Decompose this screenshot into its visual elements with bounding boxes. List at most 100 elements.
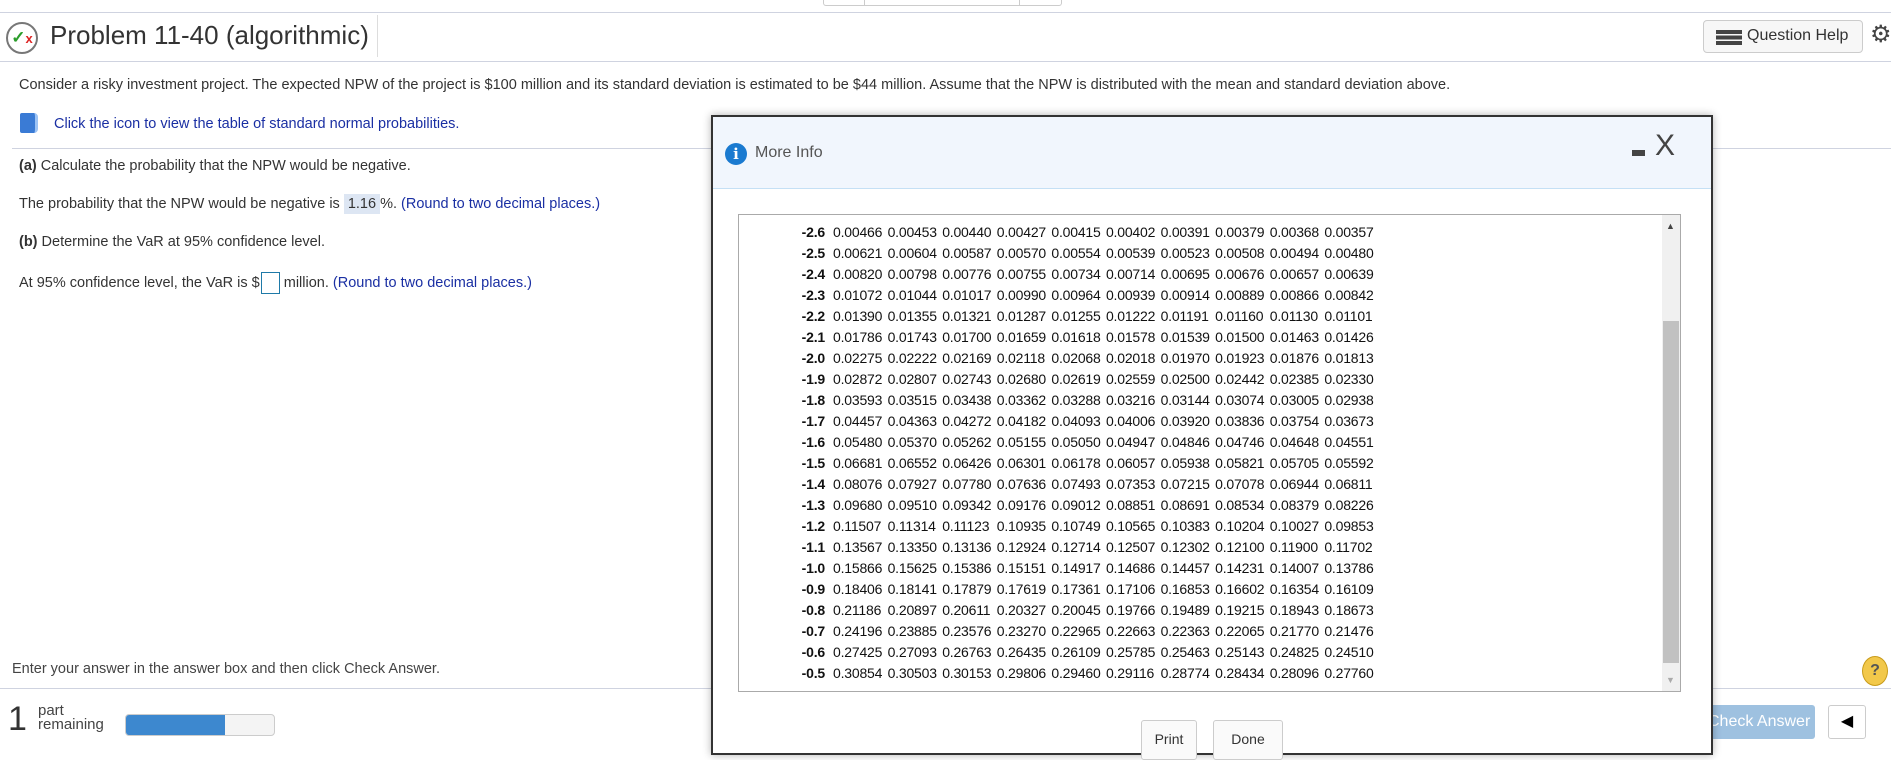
table-cell: 0.12100 [1215,539,1265,555]
table-cell: 0.27093 [887,644,937,660]
table-cell: 0.12302 [1160,539,1210,555]
z-value: -1.7 [801,413,826,429]
progress-bar [125,714,275,736]
table-cell: 0.11314 [887,518,936,534]
close-icon[interactable]: X [1655,129,1675,163]
scrollbar-thumb[interactable] [1663,321,1679,663]
done-button[interactable]: Done [1213,720,1283,760]
divider [0,61,1891,62]
table-cell: 0.14917 [1051,560,1101,576]
page-title: Problem 11-40 (algorithmic) [50,20,369,50]
minimize-icon[interactable] [1632,150,1645,156]
part-b-answer-field[interactable] [260,272,280,294]
table-cell: 0.00570 [996,245,1046,261]
table-cell: 0.03920 [1160,413,1210,429]
z-value: -0.7 [801,623,826,639]
table-cell: 0.03673 [1324,413,1374,429]
scroll-up-icon[interactable]: ▲ [1666,221,1675,231]
table-cell: 0.04006 [1105,413,1156,429]
scrollbar[interactable]: ▲ ▼ [1662,215,1680,691]
table-cell: 0.10383 [1160,518,1210,534]
table-cell: 0.05480 [833,434,883,450]
table-cell: 0.00402 [1105,224,1156,240]
table-cell: 0.06426 [942,455,992,471]
table-cell: 0.08691 [1160,497,1210,513]
table-cell: 0.00523 [1160,245,1210,261]
table-cell: 0.28096 [1269,665,1319,681]
table-cell: 0.02872 [833,371,883,387]
table-cell: 0.00755 [996,266,1046,282]
table-cell: 0.09342 [942,497,992,513]
z-value: -1.2 [801,518,826,534]
table-cell: 0.04093 [1051,413,1101,429]
table-cell: 0.01160 [1215,308,1264,324]
table-cell: 0.03515 [887,392,937,408]
table-row: -2.1 0.01786 0.01743 0.01700 0.01659 0.01618 0… [739,327,1659,348]
table-cell: 0.05938 [1160,455,1210,471]
z-value: -2.3 [801,287,826,303]
table-cell: 0.00676 [1215,266,1265,282]
table-row: -0.8 0.21186 0.20897 0.20611 0.20327 0.20045 0… [739,600,1659,621]
table-cell: 0.01287 [996,308,1046,324]
help-icon[interactable]: ? [1862,656,1888,686]
table-cell: 0.16109 [1324,581,1374,597]
problem-intro: Consider a risky investment project. The… [19,77,1451,93]
dialog-title: More Info [755,144,823,161]
standard-normal-table-link[interactable]: Click the icon to view the table of stan… [54,116,459,132]
table-cell: 0.25785 [1105,644,1156,660]
table-cell: 0.07078 [1215,476,1265,492]
table-cell: 0.02559 [1105,371,1156,387]
table-cell: 0.00440 [942,224,992,240]
table-cell: 0.19215 [1215,602,1265,618]
table-cell: 0.00621 [833,245,883,261]
table-cell: 0.03438 [942,392,992,408]
table-cell: 0.00554 [1051,245,1101,261]
table-cell: 0.08379 [1269,497,1319,513]
table-cell: 0.03144 [1160,392,1210,408]
table-row: -1.7 0.04457 0.04363 0.04272 0.04182 0.04093 0… [739,411,1659,432]
table-cell: 0.20897 [887,602,937,618]
question-help-button[interactable]: Question Help [1703,20,1863,53]
part-a-answer-field[interactable]: 1.16 [343,194,381,214]
z-value: -0.6 [801,644,826,660]
table-cell: 0.30503 [887,665,937,681]
table-row: -0.9 0.18406 0.18141 0.17879 0.17619 0.17361 0… [739,579,1659,600]
table-cell: 0.18406 [833,581,883,597]
table-cell: 0.01101 [1324,308,1373,324]
table-cell: 0.01255 [1051,308,1101,324]
book-icon[interactable] [20,113,38,133]
table-cell: 0.04363 [887,413,937,429]
part-b-answer-suffix: million. [283,274,329,291]
table-cell: 0.01191 [1160,308,1209,324]
dialog-header: i More Info X [713,117,1711,189]
table-rows: -2.6 0.00466 0.00453 0.00440 0.00427 0.00415 0… [739,222,1659,684]
previous-question-button[interactable]: ◀ [1828,705,1866,739]
table-row: -1.0 0.15866 0.15625 0.15386 0.15151 0.14917 0… [739,558,1659,579]
table-cell: 0.12924 [996,539,1046,555]
table-cell: 0.00639 [1324,266,1374,282]
table-cell: 0.21476 [1324,623,1374,639]
instruction-text: Enter your answer in the answer box and … [12,661,440,677]
table-cell: 0.20045 [1051,602,1101,618]
table-row: -2.0 0.02275 0.02222 0.02169 0.02118 0.02068 0… [739,348,1659,369]
table-cell: 0.07353 [1105,476,1156,492]
table-cell: 0.20327 [996,602,1046,618]
z-value: -2.4 [801,266,826,282]
info-icon: i [725,143,747,165]
table-cell: 0.04272 [942,413,992,429]
table-cell: 0.01130 [1269,308,1318,324]
table-cell: 0.00604 [887,245,937,261]
z-value: -1.9 [801,371,826,387]
gear-icon[interactable]: ⚙ [1870,20,1891,49]
print-button[interactable]: Print [1141,720,1197,760]
z-value: -2.6 [801,224,826,240]
table-cell: 0.26435 [996,644,1046,660]
table-cell: 0.08226 [1324,497,1374,513]
part-a-answer-prefix: The probability that the NPW would be ne… [19,196,344,212]
table-cell: 0.00990 [996,287,1046,303]
table-cell: 0.03836 [1215,413,1265,429]
table-cell: 0.00776 [942,266,992,282]
top-tabs [823,0,1062,6]
table-cell: 0.01222 [1105,308,1156,324]
scroll-down-icon[interactable]: ▼ [1666,675,1675,685]
